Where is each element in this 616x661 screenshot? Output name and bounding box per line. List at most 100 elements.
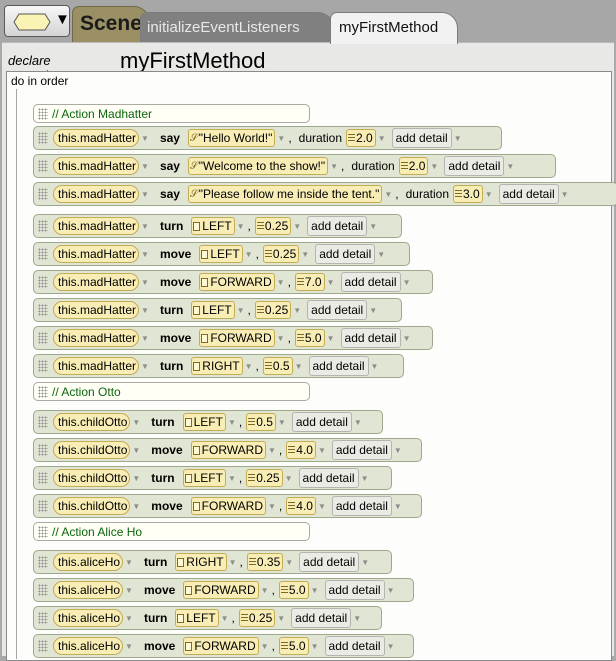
dropdown-arrow-icon[interactable]: ▼ [285,474,293,483]
dropdown-arrow-icon[interactable]: ▼ [141,222,149,231]
drag-handle-icon[interactable] [38,500,48,512]
target-object[interactable]: this.madHatter [53,273,140,291]
add-detail-button[interactable]: add detail [444,156,505,176]
direction-argument[interactable]: FORWARD [199,329,275,347]
number-argument[interactable]: 5.0 [294,329,325,347]
add-detail-button[interactable]: add detail [331,440,392,460]
dropdown-arrow-icon[interactable]: ▼ [277,614,285,623]
dropdown-arrow-icon[interactable]: ▼ [245,250,253,259]
dropdown-arrow-icon[interactable]: ▼ [141,162,149,171]
statement-row[interactable]: this.aliceHo ▼ move FORWARD ▼, 5.0 ▼ add detail… [33,578,414,602]
dropdown-arrow-icon[interactable]: ▼ [132,418,140,427]
direction-argument[interactable]: LEFT [191,301,235,319]
target-object[interactable]: this.madHatter [53,245,140,263]
add-detail-button[interactable]: add detail [299,552,360,572]
number-argument[interactable]: 0.25 [246,469,283,487]
dropdown-arrow-icon[interactable]: ▼ [378,134,386,143]
comment-statement[interactable]: // Action Alice Ho [33,522,310,541]
drag-handle-icon[interactable] [38,276,48,288]
dropdown-arrow-icon[interactable]: ▼ [125,586,133,595]
comment-statement[interactable]: // Action Madhatter [33,104,310,123]
dropdown-arrow-icon[interactable]: ▼ [506,162,514,171]
number-argument[interactable]: 0.25 [254,301,292,319]
drag-handle-icon[interactable] [38,640,48,652]
direction-argument[interactable]: LEFT [191,217,235,235]
add-detail-button[interactable]: add detail [315,244,376,264]
statement-row[interactable]: this.madHatter ▼ say 𝒮 "Hello World!" ▼, durat… [33,126,502,150]
dropdown-arrow-icon[interactable]: ▼ [278,418,286,427]
dropdown-arrow-icon[interactable]: ▼ [301,250,309,259]
comment-text[interactable]: // Action Madhatter [52,107,152,121]
add-detail-button[interactable]: add detail [307,300,368,320]
target-object[interactable]: this.childOtto [53,441,131,459]
dropdown-arrow-icon[interactable]: ▼ [394,446,402,455]
target-object[interactable]: this.childOtto [53,469,131,487]
direction-argument[interactable]: FORWARD [190,441,266,459]
text-argument[interactable]: 𝒮 "Hello World!" [187,129,276,147]
dropdown-arrow-icon[interactable]: ▼ [377,250,385,259]
add-detail-button[interactable]: add detail [298,468,359,488]
drag-handle-icon[interactable] [38,160,48,172]
dropdown-arrow-icon[interactable]: ▼ [132,474,140,483]
add-detail-button[interactable]: add detail [307,216,368,236]
dropdown-arrow-icon[interactable]: ▼ [261,642,269,651]
number-argument[interactable]: 3.0 [453,185,483,203]
text-argument[interactable]: 𝒮 "Please follow me inside the tent." [187,185,383,203]
drag-handle-icon[interactable] [38,385,48,398]
dropdown-arrow-icon[interactable]: ▼ [132,502,140,511]
dropdown-arrow-icon[interactable]: ▼ [403,334,411,343]
drag-handle-icon[interactable] [38,360,48,372]
number-argument[interactable]: 7.0 [294,273,325,291]
add-detail-button[interactable]: add detail [331,496,392,516]
direction-argument[interactable]: LEFT [182,469,226,487]
dropdown-arrow-icon[interactable]: ▼ [387,642,395,651]
dropdown-arrow-icon[interactable]: ▼ [361,474,369,483]
dropdown-arrow-icon[interactable]: ▼ [454,134,462,143]
target-object[interactable]: this.madHatter [53,217,140,235]
dropdown-arrow-icon[interactable]: ▼ [285,558,293,567]
statement-row[interactable]: this.madHatter ▼ move FORWARD ▼, 7.0 ▼ add deta… [33,270,433,294]
number-argument[interactable]: 4.0 [286,441,316,459]
dropdown-arrow-icon[interactable]: ▼ [387,586,395,595]
add-detail-button[interactable]: add detail [340,328,401,348]
drag-handle-icon[interactable] [38,220,48,232]
dropdown-arrow-icon[interactable]: ▼ [327,334,335,343]
add-detail-button[interactable]: add detail [324,636,385,656]
statement-row[interactable]: this.madHatter ▼ say 𝒮 "Welcome to the show!… [33,154,556,178]
tab-initialize-event-listeners[interactable]: initializeEventListeners [140,12,334,42]
dropdown-arrow-icon[interactable]: ▼ [353,614,361,623]
number-argument[interactable]: 4.0 [286,497,316,515]
direction-argument[interactable]: RIGHT [191,357,243,375]
statement-row[interactable]: this.childOtto ▼ move FORWARD ▼, 4.0 ▼ add deta… [33,438,422,462]
add-detail-button[interactable]: add detail [498,184,559,204]
dropdown-arrow-icon[interactable]: ▼ [369,306,377,315]
target-object[interactable]: this.aliceHo [53,637,124,655]
number-argument[interactable]: 5.0 [278,581,309,599]
drag-handle-icon[interactable] [38,472,48,484]
target-object[interactable]: this.madHatter [53,157,140,175]
drag-handle-icon[interactable] [38,132,48,144]
dropdown-arrow-icon[interactable]: ▼ [268,446,276,455]
dropdown-arrow-icon[interactable]: ▼ [371,362,379,371]
dropdown-arrow-icon[interactable]: ▼ [277,334,285,343]
dropdown-arrow-icon[interactable]: ▼ [403,278,411,287]
direction-argument[interactable]: LEFT [199,245,243,263]
statement-row[interactable]: this.madHatter ▼ move FORWARD ▼, 5.0 ▼ add deta… [33,326,433,350]
direction-argument[interactable]: FORWARD [183,581,259,599]
statement-row[interactable]: this.aliceHo ▼ turn LEFT ▼, 0.25 ▼ add detail ▼ [33,606,382,630]
direction-argument[interactable]: FORWARD [183,637,259,655]
dropdown-arrow-icon[interactable]: ▼ [125,614,133,623]
target-object[interactable]: this.childOtto [53,497,131,515]
drag-handle-icon[interactable] [38,304,48,316]
target-object[interactable]: this.aliceHo [53,609,124,627]
do-in-order-label[interactable]: do in order [11,74,68,88]
direction-argument[interactable]: LEFT [175,609,219,627]
dropdown-arrow-icon[interactable]: ▼ [141,190,149,199]
number-argument[interactable]: 0.25 [262,245,300,263]
dropdown-arrow-icon[interactable]: ▼ [141,306,149,315]
dropdown-arrow-icon[interactable]: ▼ [293,306,301,315]
dropdown-arrow-icon[interactable]: ▼ [221,614,229,623]
dropdown-arrow-icon[interactable]: ▼ [228,474,236,483]
target-object[interactable]: this.aliceHo [53,553,124,571]
statement-row[interactable]: this.madHatter ▼ say 𝒮 "Please follow me ins… [33,182,616,206]
